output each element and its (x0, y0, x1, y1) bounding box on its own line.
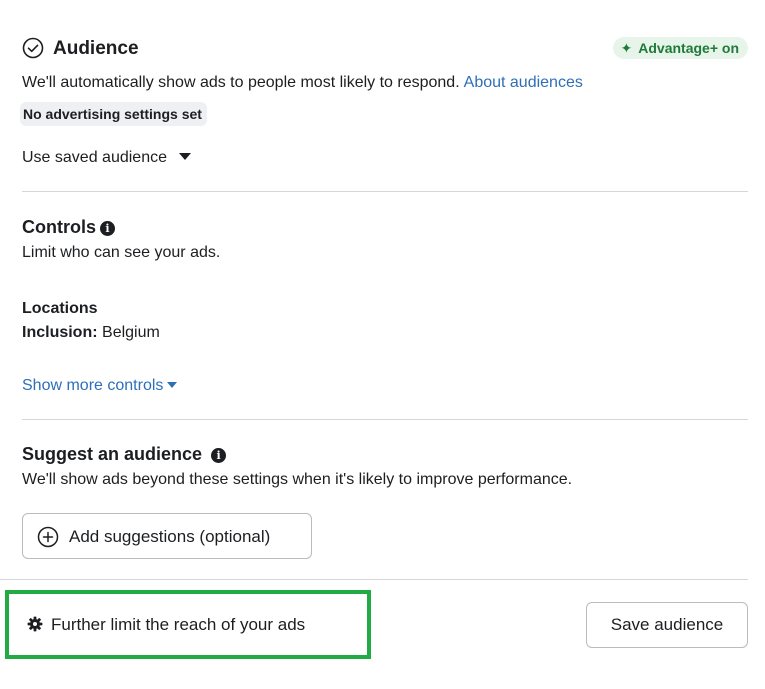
controls-title: Controls i (22, 217, 115, 238)
plus-circle-icon (37, 526, 59, 548)
audience-description-text: We'll automatically show ads to people m… (22, 74, 460, 91)
controls-title-text: Controls (22, 217, 96, 237)
save-audience-button[interactable]: Save audience (586, 602, 748, 648)
sparkle-icon: ✦ (620, 40, 633, 56)
show-more-controls-link[interactable]: Show more controls (22, 377, 178, 395)
controls-description: Limit who can see your ads. (22, 244, 221, 261)
advertising-settings-tag: No advertising settings set (20, 102, 207, 126)
saved-audience-label: Use saved audience (22, 149, 167, 166)
audience-title: Audience (53, 38, 139, 59)
footer-divider (0, 579, 748, 580)
show-more-controls-label: Show more controls (22, 377, 164, 394)
caret-down-icon (167, 382, 178, 388)
suggest-title-text: Suggest an audience (22, 444, 203, 464)
further-limit-label: Further limit the reach of your ads (51, 615, 306, 634)
divider (22, 419, 748, 420)
audience-header: Audience ✦ Advantage+ on (22, 36, 748, 62)
add-suggestions-button[interactable]: Add suggestions (optional) (22, 513, 312, 559)
divider (22, 191, 748, 192)
locations-inclusion: Inclusion: Belgium (22, 324, 160, 342)
about-audiences-link[interactable]: About audiences (464, 74, 583, 91)
suggest-description: We'll show ads beyond these settings whe… (22, 471, 573, 488)
use-saved-audience-dropdown[interactable]: Use saved audience (22, 149, 191, 167)
further-limit-reach-button[interactable]: Further limit the reach of your ads (27, 615, 305, 635)
inclusion-value: Belgium (102, 324, 160, 341)
audience-panel: Audience ✦ Advantage+ on We'll automatica… (0, 0, 765, 689)
info-icon[interactable]: i (100, 221, 115, 236)
advantage-badge[interactable]: ✦ Advantage+ on (612, 37, 748, 59)
gear-icon (27, 616, 43, 632)
caret-down-icon (178, 153, 191, 160)
add-suggestions-label: Add suggestions (optional) (69, 527, 271, 546)
suggest-title: Suggest an audience i (22, 444, 227, 465)
info-icon[interactable]: i (211, 448, 227, 463)
locations-heading: Locations (22, 300, 98, 317)
inclusion-label: Inclusion: (22, 324, 98, 341)
check-circle-icon (22, 37, 44, 59)
advantage-badge-label: Advantage+ on (638, 40, 739, 56)
audience-description: We'll automatically show ads to people m… (22, 74, 583, 92)
